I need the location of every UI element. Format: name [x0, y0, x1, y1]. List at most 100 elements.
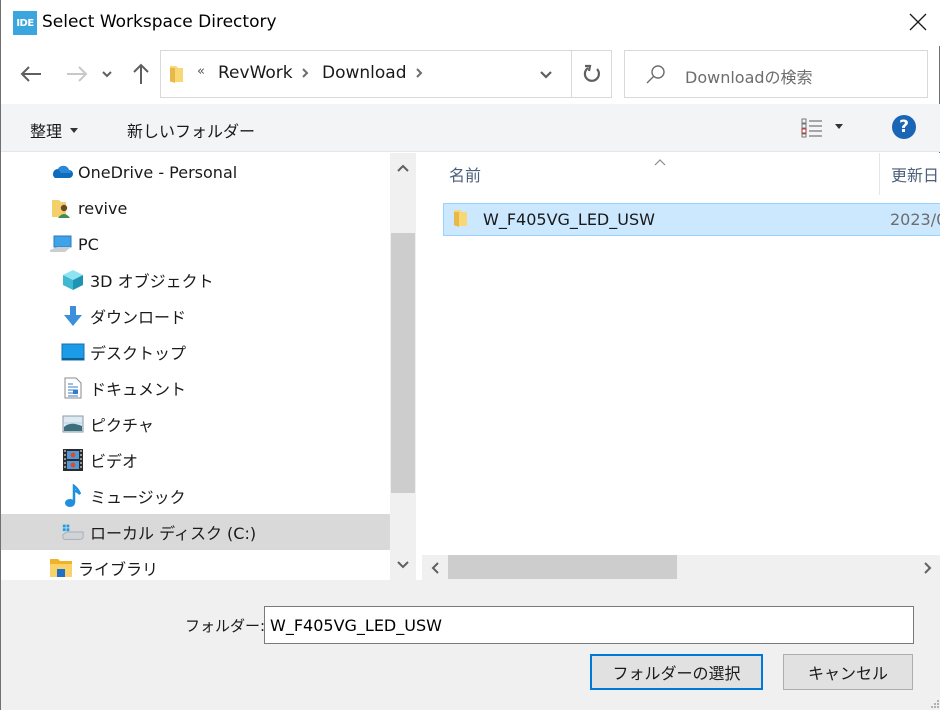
download-arrow-icon	[61, 304, 85, 328]
nav-item-3d-objects[interactable]: 3D オブジェクト	[1, 262, 390, 298]
address-bar[interactable]: « RevWork Download	[160, 50, 612, 98]
breadcrumb-download[interactable]: Download	[322, 63, 407, 83]
cancel-button[interactable]: キャンセル	[783, 654, 913, 690]
select-folder-button[interactable]: フォルダーの選択	[590, 654, 763, 690]
navigation-bar: « RevWork Download Downloadの検索	[1, 46, 940, 102]
close-button[interactable]	[895, 0, 940, 44]
nav-item-label: OneDrive - Personal	[78, 162, 238, 182]
file-name: W_F405VG_LED_USW	[483, 210, 655, 229]
caret-down-icon	[835, 123, 843, 129]
nav-item-label: revive	[78, 198, 128, 218]
help-icon: ?	[899, 117, 909, 137]
chevron-down-icon	[397, 561, 409, 569]
scroll-up-button[interactable]	[390, 153, 416, 183]
organize-menu[interactable]: 整理	[30, 118, 79, 142]
dialog-title: Select Workspace Directory	[42, 12, 277, 32]
chevron-left-icon	[431, 561, 439, 574]
breadcrumb-revwork[interactable]: RevWork	[218, 63, 293, 83]
nav-item-label: ダウンロード	[90, 308, 187, 327]
refresh-icon	[583, 64, 600, 82]
breadcrumb-separator[interactable]	[415, 65, 423, 83]
nav-item-onedrive-cloud[interactable]: OneDrive - Personal	[1, 154, 390, 190]
title-bar: IDE Select Workspace Directory	[1, 0, 940, 46]
chevron-down-icon	[102, 71, 112, 78]
scrollbar-thumb[interactable]	[391, 233, 415, 493]
nav-item-download-arrow[interactable]: ダウンロード	[1, 298, 390, 334]
nav-item-pc[interactable]: PC	[1, 226, 390, 262]
new-folder-button[interactable]: 新しいフォルダー	[127, 118, 255, 142]
folder-icon	[169, 64, 185, 88]
scroll-down-button[interactable]	[390, 550, 416, 580]
column-header-modified[interactable]: 更新日	[891, 153, 940, 195]
nav-item-label: ビデオ	[90, 452, 139, 471]
nav-item-local-disk[interactable]: ローカル ディスク (C:)	[1, 514, 390, 550]
select-workspace-dialog: IDE Select Workspace Directory « RevWork	[0, 0, 940, 710]
breadcrumb-separator[interactable]	[301, 65, 309, 83]
nav-item-label: ライブラリ	[78, 560, 159, 579]
nav-item-label: ミュージック	[90, 488, 186, 507]
folder-icon	[453, 208, 469, 232]
nav-item-label: ローカル ディスク (C:)	[90, 524, 257, 543]
file-list-horizontal-scrollbar[interactable]	[422, 555, 940, 580]
nav-pane-vertical-scrollbar[interactable]	[390, 153, 416, 580]
nav-item-music-note[interactable]: ミュージック	[1, 478, 390, 514]
pictures-icon	[61, 412, 85, 436]
change-view-button[interactable]	[801, 114, 857, 142]
file-modified-date: 2023/0	[890, 210, 940, 229]
recent-locations-button[interactable]	[97, 60, 117, 88]
nav-item-label: デスクトップ	[90, 344, 187, 363]
scroll-right-button[interactable]	[915, 555, 940, 580]
address-history-dropdown[interactable]	[521, 51, 571, 97]
refresh-button[interactable]	[572, 51, 612, 97]
caret-down-icon	[70, 128, 79, 133]
nav-item-libraries[interactable]: ライブラリ	[1, 550, 390, 580]
chevron-right-icon	[924, 561, 932, 574]
local-disk-icon	[61, 520, 85, 544]
command-bar: 整理 新しいフォルダー	[1, 104, 940, 152]
column-header-name[interactable]: 名前	[449, 153, 869, 195]
nav-item-label: ドキュメント	[90, 380, 187, 399]
file-list-pane: 名前 更新日 W_F405VG_LED_USW 2023/0	[421, 153, 940, 555]
nav-item-documents[interactable]: ドキュメント	[1, 370, 390, 406]
music-note-icon	[61, 484, 85, 508]
resize-grip-icon[interactable]	[929, 698, 939, 708]
folder-name-input[interactable]	[264, 606, 914, 644]
folder-field-label: フォルダー:	[185, 617, 266, 635]
search-icon	[645, 63, 667, 89]
up-button[interactable]	[127, 60, 155, 88]
chevron-right-icon	[302, 68, 309, 78]
close-icon	[909, 13, 927, 31]
onedrive-cloud-icon	[49, 160, 73, 184]
column-divider[interactable]	[879, 153, 880, 195]
3d-objects-icon	[61, 268, 85, 292]
dialog-footer: フォルダー: フォルダーの選択 キャンセル	[1, 580, 940, 710]
nav-item-label: ピクチャ	[90, 416, 154, 435]
back-button[interactable]	[17, 60, 45, 88]
nav-item-user-folder[interactable]: revive	[1, 190, 390, 226]
scroll-left-button[interactable]	[422, 555, 448, 580]
navigation-pane: OneDrive - Personal revive PC 3D オブジェクト ダウンロ…	[1, 153, 390, 580]
nav-item-pictures[interactable]: ピクチャ	[1, 406, 390, 442]
nav-item-label: PC	[78, 234, 99, 254]
documents-icon	[61, 376, 85, 400]
pc-icon	[49, 232, 73, 256]
breadcrumb-overflow[interactable]: «	[197, 64, 205, 79]
search-box[interactable]: Downloadの検索	[624, 50, 928, 98]
arrow-up-icon	[133, 63, 149, 84]
search-placeholder: Downloadの検索	[685, 68, 813, 87]
file-row[interactable]: W_F405VG_LED_USW 2023/0	[443, 203, 940, 236]
ide-app-icon: IDE	[13, 11, 37, 35]
arrow-left-icon	[20, 66, 41, 82]
scrollbar-thumb[interactable]	[448, 555, 677, 579]
forward-button[interactable]	[63, 60, 91, 88]
details-view-icon	[801, 118, 822, 138]
help-button[interactable]: ?	[892, 115, 916, 139]
nav-item-desktop[interactable]: デスクトップ	[1, 334, 390, 370]
user-folder-icon	[49, 196, 73, 220]
videos-icon	[61, 448, 85, 472]
desktop-icon	[61, 340, 85, 364]
organize-label: 整理	[30, 122, 63, 141]
nav-item-videos[interactable]: ビデオ	[1, 442, 390, 478]
chevron-right-icon	[416, 68, 423, 78]
nav-item-label: 3D オブジェクト	[90, 272, 214, 291]
